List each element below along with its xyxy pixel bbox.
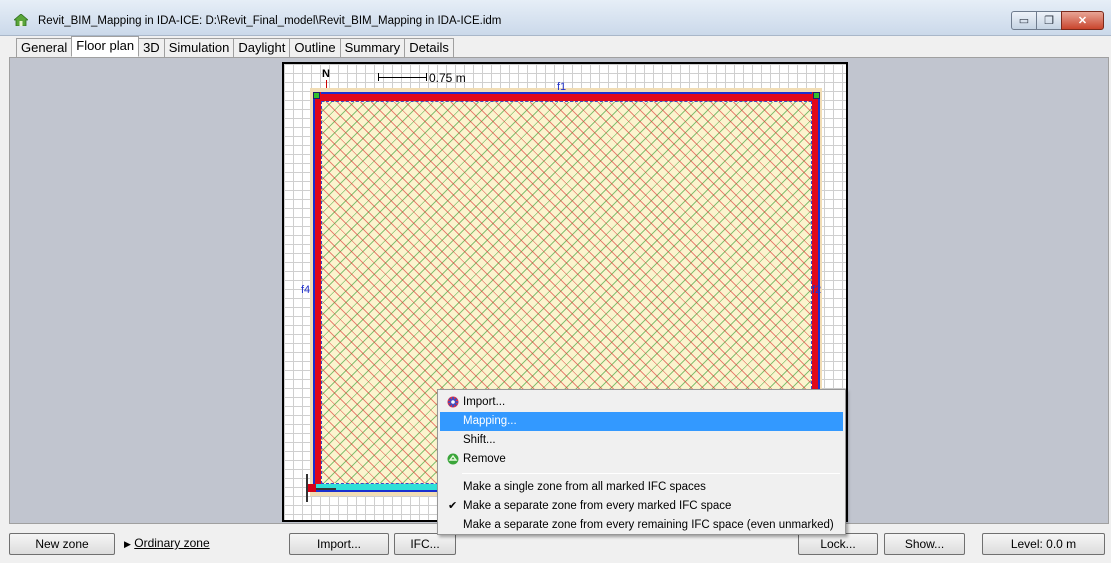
origin-marker [308, 484, 316, 492]
scale-bar [378, 77, 426, 78]
zone-type-link[interactable]: Ordinary zone [134, 536, 209, 550]
menu-item-label: Make a separate zone from every remainin… [463, 519, 834, 531]
corner-handle[interactable] [313, 92, 320, 99]
scale-label: 0.75 m [429, 71, 466, 85]
menu-item-label: Make a single zone from all marked IFC s… [463, 481, 706, 493]
face-label-f2: f2 [812, 284, 822, 296]
menu-item-label: Import... [463, 396, 506, 408]
import-button[interactable]: Import... [289, 533, 389, 555]
show-button[interactable]: Show... [884, 533, 965, 555]
corner-handle[interactable] [813, 92, 820, 99]
recycle-icon [447, 453, 459, 465]
face-label-f4: f4 [301, 284, 311, 296]
new-zone-button[interactable]: New zone [9, 533, 115, 555]
tab-summary[interactable]: Summary [339, 38, 406, 57]
import-icon [447, 396, 459, 408]
north-indicator: N [322, 68, 330, 80]
menu-item-label: Mapping... [463, 415, 517, 427]
window-controls: ▭ ❐ ✕ [1011, 11, 1104, 31]
scale-bar-right [426, 73, 427, 81]
title-bar: Revit_BIM_Mapping in IDA-ICE: D:\Revit_F… [0, 0, 1111, 36]
house-icon [14, 14, 28, 26]
tab-3d[interactable]: 3D [138, 38, 165, 57]
face-label-f1: f1 [557, 81, 567, 93]
menu-option-single-zone[interactable]: Make a single zone from all marked IFC s… [440, 478, 843, 497]
tab-outline[interactable]: Outline [289, 38, 341, 57]
ifc-button[interactable]: IFC... [394, 533, 456, 555]
menu-item-label: Remove [463, 453, 506, 465]
minimize-button[interactable]: ▭ [1011, 11, 1037, 30]
menu-item-mapping[interactable]: Mapping... [440, 412, 843, 431]
maximize-button[interactable]: ❐ [1036, 11, 1062, 30]
menu-item-label: Shift... [463, 434, 496, 446]
tab-floor-plan[interactable]: Floor plan [71, 36, 140, 57]
menu-item-import[interactable]: Import... [440, 393, 843, 412]
lock-button[interactable]: Lock... [798, 533, 878, 555]
tab-general[interactable]: General [16, 38, 73, 57]
menu-item-shift[interactable]: Shift... [440, 431, 843, 450]
menu-item-remove[interactable]: Remove [440, 450, 843, 469]
menu-option-separate-marked[interactable]: ✔ Make a separate zone from every marked… [440, 497, 843, 516]
window-title: Revit_BIM_Mapping in IDA-ICE: D:\Revit_F… [38, 15, 502, 27]
wall-top[interactable] [313, 92, 820, 101]
tab-list: General Floor plan 3D Simulation Dayligh… [16, 36, 454, 58]
context-menu: Import... Mapping... Shift... Remove Mak… [437, 389, 846, 535]
play-arrow-icon: ▶ [124, 539, 131, 549]
menu-item-label: Make a separate zone from every marked I… [463, 500, 732, 512]
tab-bar: General Floor plan 3D Simulation Dayligh… [0, 36, 1111, 58]
menu-option-separate-remaining[interactable]: Make a separate zone from every remainin… [440, 516, 843, 535]
menu-separator [462, 473, 840, 474]
tab-simulation[interactable]: Simulation [163, 38, 235, 57]
tab-details[interactable]: Details [404, 38, 454, 57]
zone-type-selector[interactable]: ▶ Ordinary zone [124, 536, 210, 550]
checkmark-icon: ✔ [448, 500, 458, 512]
tab-daylight[interactable]: Daylight [233, 38, 291, 57]
close-button[interactable]: ✕ [1061, 11, 1104, 30]
level-button[interactable]: Level: 0.0 m [982, 533, 1105, 555]
wall-left[interactable] [313, 92, 321, 492]
